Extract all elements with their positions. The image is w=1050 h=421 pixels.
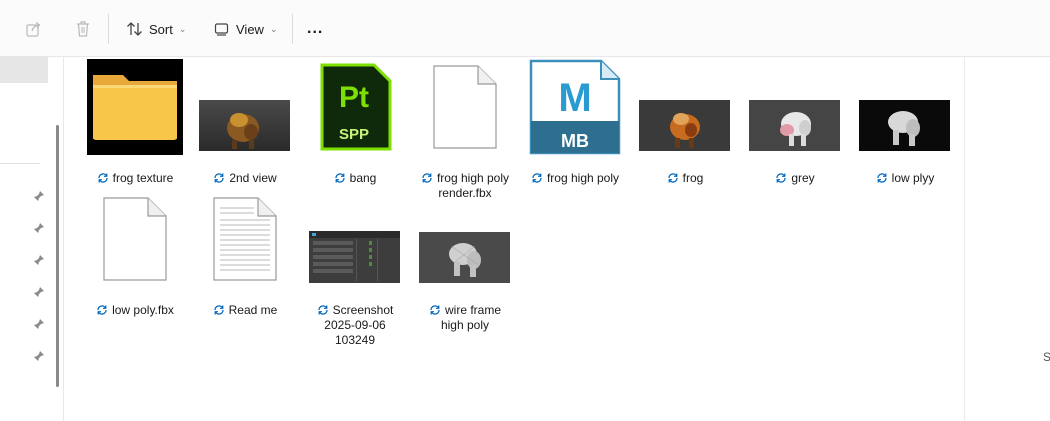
image-thumbnail	[199, 100, 290, 151]
file-name: grey	[791, 171, 815, 185]
file-label: low poly.fbx	[80, 288, 190, 318]
details-pane-divider	[964, 57, 965, 421]
file-name: Screenshot 2025-09-06 103249	[324, 303, 394, 347]
file-label: frog high poly render.fbx	[410, 156, 520, 201]
blank-document-icon	[103, 197, 167, 281]
sort-button[interactable]: Sort ⌄	[126, 15, 186, 43]
file-name: frog high poly	[546, 171, 620, 185]
file-label: frog	[630, 156, 740, 186]
sync-icon	[97, 173, 108, 183]
sync-icon	[532, 173, 542, 183]
command-bar: Sort ⌄ View ⌄ ...	[0, 0, 1050, 57]
folder-thumbnail	[87, 59, 183, 155]
badge-bottom: MB	[561, 131, 589, 151]
mudbox-icon: M MB	[529, 59, 621, 155]
image-thumbnail	[749, 100, 840, 151]
badge-top: Pt	[339, 81, 369, 114]
sort-label: Sort	[149, 21, 173, 37]
toolbar-separator	[292, 14, 293, 44]
image-thumbnail	[639, 100, 730, 151]
trash-icon	[77, 21, 89, 37]
file-label: wire frame high poly	[410, 288, 520, 333]
pin-icon[interactable]	[33, 286, 45, 298]
sync-icon	[668, 173, 678, 183]
sync-icon	[317, 305, 328, 315]
delete-button[interactable]	[75, 15, 91, 43]
view-button[interactable]: View ⌄	[214, 15, 278, 43]
sync-icon	[97, 305, 107, 315]
file-name: bang	[349, 171, 377, 185]
badge-bottom: SPP	[339, 126, 369, 143]
file-name: low poly.fbx	[112, 303, 174, 317]
pin-icon[interactable]	[33, 254, 45, 266]
file-name: wire frame high poly	[440, 303, 501, 332]
chevron-down-icon: ⌄	[178, 23, 187, 34]
sync-icon	[776, 173, 786, 183]
view-icon	[214, 23, 229, 36]
nav-scrollbar[interactable]	[56, 125, 59, 387]
chevron-down-icon: ⌄	[269, 23, 278, 34]
sync-icon	[430, 305, 440, 315]
more-icon: ...	[307, 20, 324, 37]
blank-document-icon	[433, 65, 497, 149]
share-icon	[26, 22, 41, 37]
file-label: low plyy	[850, 156, 960, 186]
sync-icon	[422, 173, 432, 183]
file-name: low plyy	[891, 171, 935, 185]
file-label: grey	[740, 156, 850, 186]
file-label: frog high poly	[520, 156, 630, 186]
file-label: Screenshot 2025-09-06 103249	[300, 288, 410, 348]
file-name: 2nd view	[229, 171, 277, 185]
nav-divider	[0, 163, 40, 164]
sync-icon	[877, 173, 887, 183]
nav-selected-item[interactable]	[0, 57, 48, 83]
image-thumbnail	[309, 231, 400, 283]
folder-icon	[93, 75, 177, 140]
image-thumbnail	[419, 232, 510, 283]
file-name: frog high poly render.fbx	[436, 171, 510, 200]
file-name: frog	[682, 171, 704, 185]
view-label: View	[236, 21, 264, 37]
text-document-icon	[213, 197, 277, 281]
edge-text: S	[1043, 350, 1050, 364]
sort-icon	[127, 22, 142, 36]
file-name: Read me	[228, 303, 278, 317]
file-label: Read me	[190, 288, 300, 318]
pin-icon[interactable]	[33, 318, 45, 330]
file-explorer: Sort ⌄ View ⌄ ... S frog texture 2nd vie…	[0, 0, 1050, 421]
pin-icon[interactable]	[33, 190, 45, 202]
sync-icon	[334, 173, 345, 183]
share-button[interactable]	[25, 15, 43, 43]
navigation-pane	[0, 57, 50, 421]
toolbar-separator	[108, 14, 109, 44]
badge-top: M	[558, 76, 591, 120]
file-label: 2nd view	[190, 156, 300, 186]
file-label: frog texture	[80, 156, 190, 186]
substance-painter-icon: Pt SPP	[320, 63, 392, 151]
sync-icon	[213, 305, 224, 315]
more-options-button[interactable]: ...	[307, 15, 323, 43]
file-name: frog texture	[112, 171, 174, 185]
pin-icon[interactable]	[33, 222, 45, 234]
sync-icon	[214, 173, 224, 183]
image-thumbnail	[859, 100, 950, 151]
file-label: bang	[300, 156, 410, 186]
pin-icon[interactable]	[33, 350, 45, 362]
